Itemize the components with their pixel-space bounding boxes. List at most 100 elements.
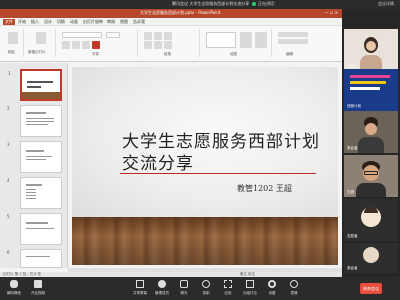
chat-icon [180, 280, 188, 288]
thumb-line [26, 192, 36, 193]
thumb-line [26, 121, 54, 122]
ribbon-slides: 新建幻灯片 [26, 29, 56, 57]
thumb-line [26, 184, 42, 186]
participant-name: 王超 [347, 190, 354, 194]
thumb-line [26, 112, 46, 114]
slide-thumbnail[interactable]: 3 [7, 141, 62, 173]
menu-animations[interactable]: 动画 [70, 19, 78, 25]
share-screen-button[interactable]: 共享屏幕 [130, 279, 150, 299]
participant-tile[interactable]: 参会者 [344, 111, 398, 153]
window-controls[interactable]: — ☐ ✕ [325, 10, 338, 15]
ppt-window-title: 大学生志愿服务西部计划.pptx - PowerPoint [140, 10, 221, 15]
apps-icon [224, 280, 232, 288]
slide-number: 6 [7, 250, 10, 255]
slide-floor-shadow [72, 217, 338, 265]
participant-name: 参会者 [347, 146, 358, 150]
participant-tile[interactable]: 志愿者 [344, 199, 398, 241]
new-slide-icon[interactable] [36, 32, 46, 44]
menu-transitions[interactable]: 切换 [57, 19, 65, 25]
menu-review[interactable]: 审阅 [107, 19, 115, 25]
participant-tile[interactable]: 参会者 [344, 243, 398, 273]
font-size-select[interactable] [106, 32, 120, 38]
apps-button[interactable]: 应用 [218, 279, 238, 299]
shapes-gallery[interactable] [206, 32, 236, 48]
person-face [365, 123, 377, 135]
title-underline [120, 173, 316, 174]
arrange-icon[interactable] [240, 32, 252, 48]
align-left-icon[interactable] [144, 41, 152, 49]
banner-line [350, 87, 380, 90]
reactions-button[interactable]: 表情 [284, 279, 304, 299]
bullets-icon[interactable] [144, 32, 152, 40]
paste-icon[interactable] [8, 32, 18, 44]
font-color-icon[interactable] [92, 41, 100, 49]
mute-button[interactable]: 解除静音 [4, 279, 24, 299]
end-meeting-button[interactable]: 结束会议 [360, 283, 382, 294]
slide-thumbnail[interactable]: 6 [7, 249, 62, 268]
slide-number: 4 [7, 178, 10, 183]
meeting-top-bar: 腾讯会议 大学生志愿服务西部计划交流分享 正在讲话： 会议详情 [0, 0, 400, 9]
video-button[interactable]: 开启视频 [28, 279, 48, 299]
slide-thumbnail[interactable]: 5 [7, 213, 62, 245]
numbering-icon[interactable] [154, 32, 162, 40]
participant-tile[interactable]: 主持人 [344, 29, 398, 71]
align-right-icon[interactable] [164, 41, 172, 49]
breakout-icon [246, 280, 254, 288]
italic-icon[interactable] [72, 41, 80, 49]
record-button[interactable]: 录制 [196, 279, 216, 299]
breakout-label: 分组讨论 [243, 291, 257, 295]
slide-title-line-2[interactable]: 交流分享 [122, 149, 194, 174]
avatar [363, 247, 379, 263]
menu-tell-me[interactable]: 告诉我 [133, 19, 145, 25]
share-label: 共享屏幕 [133, 291, 147, 295]
ribbon-label-drawing: 绘图 [230, 52, 237, 56]
find-icon[interactable] [278, 32, 308, 37]
quick-styles-icon[interactable] [255, 32, 267, 48]
gear-icon [268, 280, 276, 288]
record-label: 录制 [202, 291, 210, 295]
menu-view[interactable]: 视图 [120, 19, 128, 25]
underline-icon[interactable] [82, 41, 90, 49]
meeting-info-button[interactable]: 会议详情 [378, 1, 394, 7]
manage-members-button[interactable]: 管理成员 [152, 279, 172, 299]
members-icon [158, 280, 166, 288]
slide-number: 1 [8, 71, 11, 76]
breakout-button[interactable]: 分组讨论 [240, 279, 260, 299]
replace-icon[interactable] [278, 39, 308, 44]
chat-button[interactable]: 聊天 [174, 279, 194, 299]
indent-icon[interactable] [164, 32, 172, 40]
participant-name: 西部计划 [347, 104, 361, 108]
settings-button[interactable]: 设置 [262, 279, 282, 299]
menu-file[interactable]: 文件 [3, 19, 15, 25]
ribbon-label-paste: 粘贴 [8, 50, 15, 54]
menu-slideshow[interactable]: 幻灯片放映 [83, 19, 103, 25]
slide-number: 3 [7, 142, 10, 147]
thumb-line [27, 81, 53, 83]
font-family-select[interactable] [62, 32, 102, 38]
menu-design[interactable]: 设计 [44, 19, 52, 25]
slide-thumbnail[interactable]: 1 [8, 69, 62, 101]
thumb-line [26, 228, 54, 229]
ribbon-drawing: 绘图 [202, 29, 272, 57]
slide-thumbnail[interactable]: 2 [7, 105, 62, 137]
glasses-icon [364, 171, 378, 175]
bold-icon[interactable] [62, 41, 70, 49]
current-slide[interactable]: 大学生志愿服务西部计划 交流分享 教管1202 王超 [72, 67, 338, 265]
settings-label: 设置 [268, 291, 276, 295]
speaking-indicator-icon [252, 2, 256, 6]
menu-insert[interactable]: 插入 [31, 19, 39, 25]
ppt-title-bar: 大学生志愿服务西部计划.pptx - PowerPoint — ☐ ✕ [0, 9, 342, 18]
person-body [356, 183, 386, 197]
participant-tile[interactable]: 王超 [344, 155, 398, 197]
menu-home[interactable]: 开始 [18, 19, 26, 25]
align-center-icon[interactable] [154, 41, 162, 49]
avatar-hair [364, 207, 378, 213]
slide-thumbnail[interactable]: 4 [7, 177, 62, 209]
thumb-line [27, 86, 41, 88]
participant-tile[interactable]: 西部计划 [344, 69, 398, 111]
participant-name: 参会者 [347, 266, 358, 270]
thumb-line [26, 189, 36, 190]
ribbon-label-paragraph: 段落 [164, 52, 171, 56]
slide-author[interactable]: 教管1202 王超 [237, 183, 292, 194]
video-label: 开启视频 [31, 291, 45, 295]
